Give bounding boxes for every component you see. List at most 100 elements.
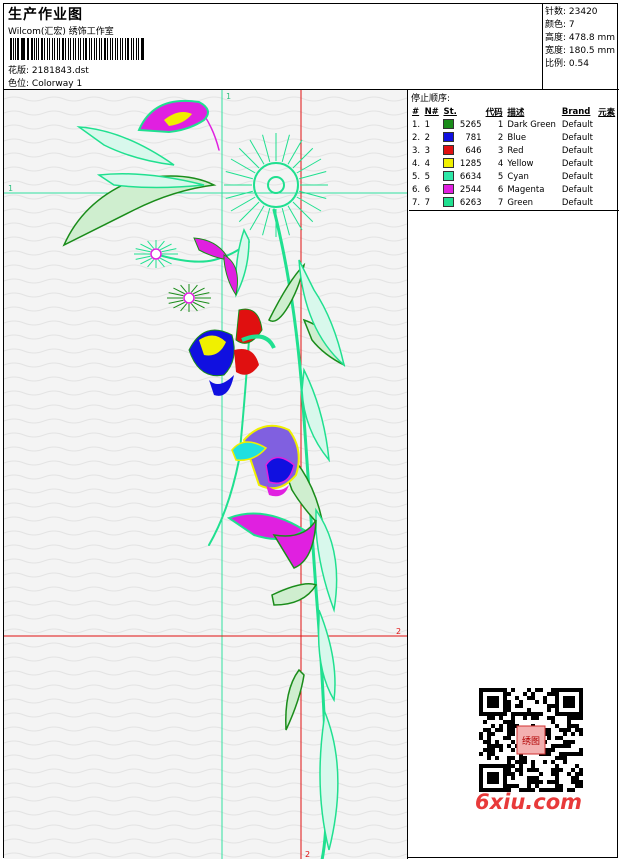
barcode-bar (126, 38, 129, 60)
barcode-bar (116, 38, 118, 60)
row-needle: 1 (424, 119, 430, 130)
qr-finder (487, 696, 499, 708)
row-stitches: 5265 (459, 119, 482, 130)
qr-module (567, 772, 571, 776)
barcode-bar (49, 38, 51, 60)
color-swatch (441, 196, 457, 209)
qr-module (559, 736, 563, 740)
qr-module (527, 712, 531, 716)
qr-module (519, 768, 523, 772)
column-header: St. (443, 106, 457, 117)
barcode-bar (94, 38, 95, 60)
qr-module (535, 780, 539, 784)
qr-module (575, 772, 579, 776)
guide-label-h1: 1 (8, 184, 13, 193)
qr-module (575, 764, 579, 768)
qr-module (551, 760, 555, 764)
qr-module (555, 772, 559, 776)
barcode-bar (124, 38, 126, 60)
row-element (596, 118, 618, 131)
qr-module (571, 768, 575, 772)
qr-module (511, 764, 515, 768)
qr-module (499, 728, 503, 732)
barcode-bar (33, 38, 35, 60)
column-header: # (412, 106, 420, 117)
qr-module (507, 760, 511, 764)
barcode-bar (74, 38, 77, 60)
row-description: Magenta (507, 184, 545, 195)
qr-module (555, 744, 559, 748)
barcode-bar (40, 38, 44, 60)
qr-module (559, 756, 563, 760)
qr-module (491, 748, 495, 752)
qr-module (571, 740, 575, 744)
qr-module (503, 736, 507, 740)
qr-module (543, 696, 547, 700)
qr-module (539, 772, 543, 776)
qr-module (511, 712, 515, 716)
qr-module (495, 740, 499, 744)
barcode-bar (80, 38, 81, 60)
qr-module (487, 716, 491, 720)
barcode-bar (38, 38, 39, 60)
qr-module (527, 696, 531, 700)
row-element (596, 144, 618, 157)
qr-module (507, 732, 511, 736)
row-stitches: 6634 (459, 171, 482, 182)
qr-module (547, 716, 551, 720)
qr-module (483, 728, 487, 732)
barcode-bar (101, 38, 102, 60)
row-brand: Default (561, 132, 593, 143)
qr-module (579, 784, 583, 788)
design-value: 2181843.dst (31, 66, 89, 76)
row-code: 7 (497, 197, 504, 208)
design-preview: 1 1 2 2 (4, 90, 408, 859)
qr-module (555, 776, 559, 780)
qr-module (515, 696, 519, 700)
qr-module (563, 728, 567, 732)
qr-module (579, 732, 583, 736)
qr-module (567, 716, 571, 720)
qr-module (543, 700, 547, 704)
qr-module (507, 720, 511, 724)
stat-scale: 比例: 0.54 (545, 59, 589, 69)
qr-module (487, 732, 491, 736)
swatch-chip (443, 132, 455, 143)
barcode-bar (88, 38, 91, 60)
barcode-bar (31, 38, 33, 60)
qr-module (495, 728, 499, 732)
qr-module (579, 748, 583, 752)
qr-module (507, 772, 511, 776)
qr-module (479, 736, 483, 740)
qr-module (487, 740, 491, 744)
qr-module (567, 724, 571, 728)
qr-module (507, 708, 511, 712)
row-needle: 2 (424, 132, 430, 143)
qr-module (507, 768, 511, 772)
qr-module (579, 752, 583, 756)
barcode-bar (15, 38, 16, 60)
qr-module (551, 780, 555, 784)
row-element (596, 157, 618, 170)
qr-module (539, 688, 543, 692)
barcode-bar (111, 38, 114, 60)
barcode-bar (69, 38, 72, 60)
qr-module (571, 716, 575, 720)
qr-logo-text: 绣图 (522, 735, 540, 747)
qr-module (547, 728, 551, 732)
qr-module (539, 712, 543, 716)
qr-module (515, 712, 519, 716)
qr-module (571, 724, 575, 728)
barcode-bar (10, 38, 12, 60)
row-needle: 3 (424, 145, 430, 156)
qr-module (551, 720, 555, 724)
barcode-bar (95, 38, 97, 60)
guide-label-v1: 1 (226, 92, 231, 101)
row-stitches: 646 (465, 145, 482, 156)
qr-module (507, 744, 511, 748)
barcode-bar (22, 38, 25, 60)
qr-module (507, 784, 511, 788)
qr-module (531, 780, 535, 784)
qr-module (507, 728, 511, 732)
qr-module (507, 756, 511, 760)
